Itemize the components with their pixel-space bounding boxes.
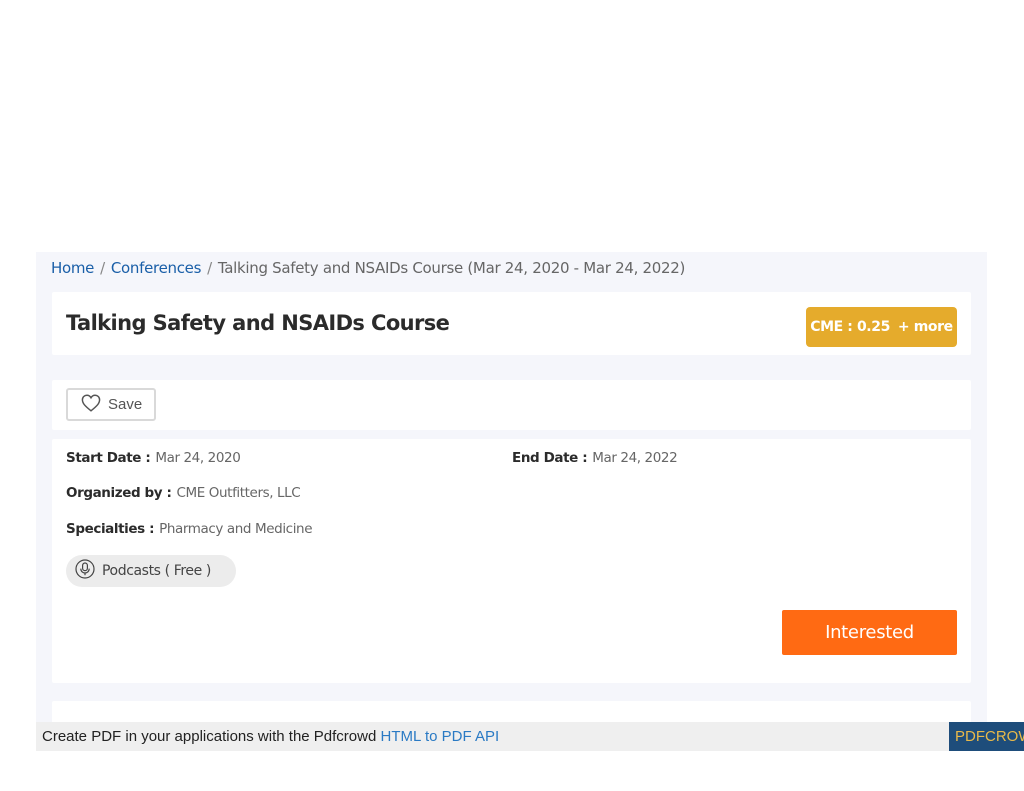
end-date-label: End Date :	[512, 450, 588, 466]
end-date-value: Mar 24, 2022	[592, 450, 678, 466]
next-section-card	[52, 701, 971, 722]
page-panel: Home / Conferences / Talking Safety and NSAI…	[36, 252, 987, 722]
specialties-label: Specialties :	[66, 521, 155, 537]
start-date-label: Start Date :	[66, 450, 151, 466]
page-title: Talking Safety and NSAIDs Course	[66, 311, 450, 335]
cme-credits-badge[interactable]: CME : 0.25 + more	[806, 307, 957, 347]
details-card: Start Date : Mar 24, 2020 End Date : Mar 2…	[52, 439, 971, 683]
breadcrumb: Home / Conferences / Talking Safety and NSAI…	[51, 259, 685, 277]
cme-credits-label: CME : 0.25	[810, 319, 890, 335]
organized-by-label: Organized by :	[66, 485, 172, 501]
organizer-field: Organized by : CME Outfitters, LLC	[66, 485, 301, 501]
pdf-footer-bar: Create PDF in your applications with the…	[36, 722, 1024, 751]
pdf-footer-message: Create PDF in your applications with the…	[42, 728, 499, 745]
pdf-api-link[interactable]: HTML to PDF API	[381, 728, 500, 745]
cme-more-link[interactable]: + more	[898, 319, 953, 335]
heart-icon	[81, 393, 108, 416]
organized-by-value: CME Outfitters, LLC	[176, 485, 301, 501]
breadcrumb-separator: /	[207, 259, 212, 277]
save-label: Save	[108, 396, 143, 413]
interested-button[interactable]: Interested	[782, 610, 957, 655]
save-button[interactable]: Save	[66, 388, 156, 421]
breadcrumb-current: Talking Safety and NSAIDs Course (Mar 24…	[217, 259, 686, 277]
breadcrumb-separator: /	[100, 259, 105, 277]
pdfcrowd-brand[interactable]: PDFCROWD	[949, 722, 1024, 751]
end-date-field: End Date : Mar 24, 2022	[512, 450, 678, 466]
pdf-message-text: Create PDF in your applications with the…	[42, 728, 377, 745]
breadcrumb-home-link[interactable]: Home	[51, 259, 94, 277]
podcast-label: Podcasts ( Free )	[102, 563, 211, 579]
course-header-card: Talking Safety and NSAIDs Course CME : 0…	[52, 292, 971, 355]
save-card: Save	[52, 380, 971, 430]
podcast-chip[interactable]: Podcasts ( Free )	[66, 555, 236, 587]
start-date-value: Mar 24, 2020	[155, 450, 241, 466]
microphone-icon	[75, 559, 95, 583]
breadcrumb-conferences-link[interactable]: Conferences	[111, 259, 202, 277]
specialties-field: Specialties : Pharmacy and Medicine	[66, 521, 313, 537]
start-date-field: Start Date : Mar 24, 2020	[66, 450, 241, 466]
specialties-value: Pharmacy and Medicine	[159, 521, 313, 537]
